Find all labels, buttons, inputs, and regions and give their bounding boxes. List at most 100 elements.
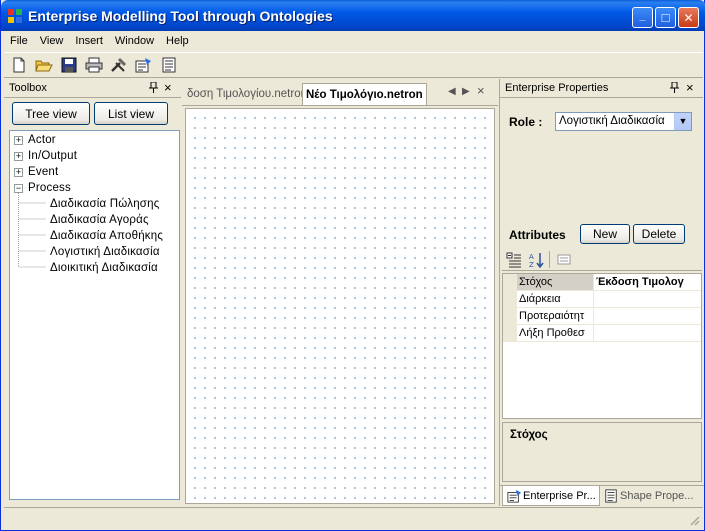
tab-new-invoice[interactable]: Νέο Τιμολόγιο.netron (302, 83, 427, 105)
svg-text:A: A (529, 253, 534, 261)
tree-leaf-sales-process[interactable]: Διαδικασία Πώλησης (10, 197, 170, 213)
properties-close-icon[interactable]: × (686, 80, 694, 95)
close-button[interactable]: ✕ (678, 7, 699, 28)
toolbox-panel: Toolbox × Tree view List view + Actor + … (4, 79, 181, 500)
property-row-duration[interactable]: Διάρκεια (503, 291, 701, 308)
property-value[interactable]: Έκδοση Τιμολογ (593, 274, 701, 290)
document-list-icon (162, 57, 176, 73)
property-name: Στόχος (519, 276, 553, 288)
minimize-icon: _ (639, 9, 646, 22)
diagram-canvas[interactable] (185, 108, 495, 504)
delete-attribute-button[interactable]: Delete (633, 224, 685, 244)
tree-leaf-purchase-process[interactable]: Διαδικασία Αγοράς (10, 213, 170, 229)
properties-header: Enterprise Properties × (500, 79, 703, 98)
title-bar[interactable]: Enterprise Modelling Tool through Ontolo… (1, 0, 705, 31)
menu-help[interactable]: Help (160, 31, 195, 51)
maximize-icon: □ (661, 10, 670, 25)
tree-leaf-accounting-process[interactable]: Λογιστική Διαδικασία (10, 245, 170, 261)
maximize-button[interactable]: □ (655, 7, 676, 28)
property-name: Διάρκεια (519, 293, 561, 305)
expand-icon[interactable]: + (14, 152, 23, 161)
print-button[interactable] (83, 54, 105, 76)
resize-grip-icon[interactable] (688, 514, 700, 526)
tree-node-actor[interactable]: + Actor (10, 133, 170, 149)
tree-leaf-admin-process[interactable]: Διοικιτική Διαδικασία (10, 261, 170, 277)
menu-view[interactable]: View (34, 31, 70, 51)
print-icon (85, 57, 103, 73)
tree-leaf-label: Διοικιτική Διαδικασία (50, 262, 158, 274)
property-row-priority[interactable]: Προτεραιότητ (503, 308, 701, 325)
property-value[interactable] (593, 325, 701, 341)
attributes-label: Attributes (509, 228, 566, 242)
new-file-icon (13, 57, 25, 73)
property-pages-button[interactable] (556, 252, 572, 271)
pin-icon[interactable] (149, 81, 158, 96)
toolbox-title: Toolbox (9, 82, 47, 94)
property-grid[interactable]: Στόχος Έκδοση Τιμολογ Διάρκεια Προτεραιό… (502, 273, 702, 419)
menu-insert[interactable]: Insert (69, 31, 109, 51)
categorized-icon (506, 252, 521, 268)
properties-icon (135, 58, 151, 73)
svg-text:Z: Z (529, 261, 534, 268)
property-name: Λήξη Προθεσ (519, 327, 585, 339)
tab-enterprise-properties[interactable]: Enterprise Pr... (502, 486, 600, 506)
tree-leaf-label: Λογιστική Διαδικασία (50, 246, 160, 258)
close-icon: ✕ (683, 10, 694, 25)
tree-node-label: In/Output (28, 150, 78, 162)
toolbox-tree[interactable]: + Actor + In/Output + Event − Process Δι… (9, 130, 180, 500)
role-select[interactable]: Λογιστική Διαδικασία ▼ (555, 112, 692, 131)
tab-invoice-issue[interactable]: δοση Τιμολογίου.netron (184, 83, 310, 105)
tree-node-label: Event (28, 166, 59, 178)
properties-button[interactable] (133, 54, 155, 76)
list-view-button[interactable]: List view (94, 102, 168, 125)
categorized-button[interactable] (506, 252, 522, 271)
tab-scroll-right-icon[interactable]: ▶ (462, 86, 470, 97)
tab-close-icon[interactable]: × (477, 83, 485, 98)
property-grid-toolbar: AZ (502, 249, 702, 271)
toolbox-close-icon[interactable]: × (164, 80, 172, 95)
tab-label: Shape Prope... (620, 490, 694, 502)
role-select-value: Λογιστική Διαδικασία (559, 115, 665, 127)
enterprise-properties-icon (507, 489, 521, 503)
chevron-down-icon[interactable]: ▼ (674, 113, 691, 130)
tools-icon (111, 57, 127, 72)
tree-node-label: Actor (28, 134, 56, 146)
tab-shape-properties[interactable]: Shape Prope... (600, 486, 700, 506)
save-icon (61, 57, 77, 73)
property-pages-icon (557, 254, 571, 265)
tab-scroll-left-icon[interactable]: ◀ (448, 86, 456, 97)
tree-node-in-output[interactable]: + In/Output (10, 149, 170, 165)
collapse-icon[interactable]: − (14, 184, 23, 193)
menu-window[interactable]: Window (109, 31, 160, 51)
bottom-tab-strip: Enterprise Pr... Shape Prope... (500, 485, 704, 506)
open-button[interactable] (33, 54, 55, 76)
new-file-button[interactable] (8, 54, 30, 76)
property-row-goal[interactable]: Στόχος Έκδοση Τιμολογ (503, 274, 701, 291)
sort-alphabetical-icon: AZ (529, 253, 544, 269)
property-value[interactable] (593, 291, 701, 307)
tree-view-button[interactable]: Tree view (12, 102, 90, 125)
alphabetical-button[interactable]: AZ (529, 252, 545, 271)
property-row-deadline[interactable]: Λήξη Προθεσ (503, 325, 701, 342)
toolbar-separator (549, 251, 550, 268)
expand-icon[interactable]: + (14, 168, 23, 177)
tools-button[interactable] (108, 54, 130, 76)
menu-file[interactable]: File (4, 31, 34, 51)
document-tab-strip: δοση Τιμολογίου.netron Νέο Τιμολόγιο.net… (182, 79, 498, 106)
property-description-area: Στόχος (502, 422, 702, 482)
tree-leaf-warehouse-process[interactable]: Διαδικασία Αποθήκης (10, 229, 170, 245)
application-window: Enterprise Modelling Tool through Ontolo… (0, 0, 705, 531)
expand-icon[interactable]: + (14, 136, 23, 145)
minimize-button[interactable]: _ (632, 7, 653, 28)
tree-leaf-label: Διαδικασία Αποθήκης (50, 230, 164, 242)
document-list-button[interactable] (158, 54, 180, 76)
app-icon (8, 9, 22, 23)
property-value[interactable] (593, 308, 701, 324)
pin-icon[interactable] (670, 81, 679, 96)
shape-properties-icon (605, 489, 617, 503)
status-bar (4, 507, 703, 528)
new-attribute-button[interactable]: New (580, 224, 630, 244)
tree-leaf-label: Διαδικασία Αγοράς (50, 214, 149, 226)
tree-node-event[interactable]: + Event (10, 165, 170, 181)
save-button[interactable] (58, 54, 80, 76)
